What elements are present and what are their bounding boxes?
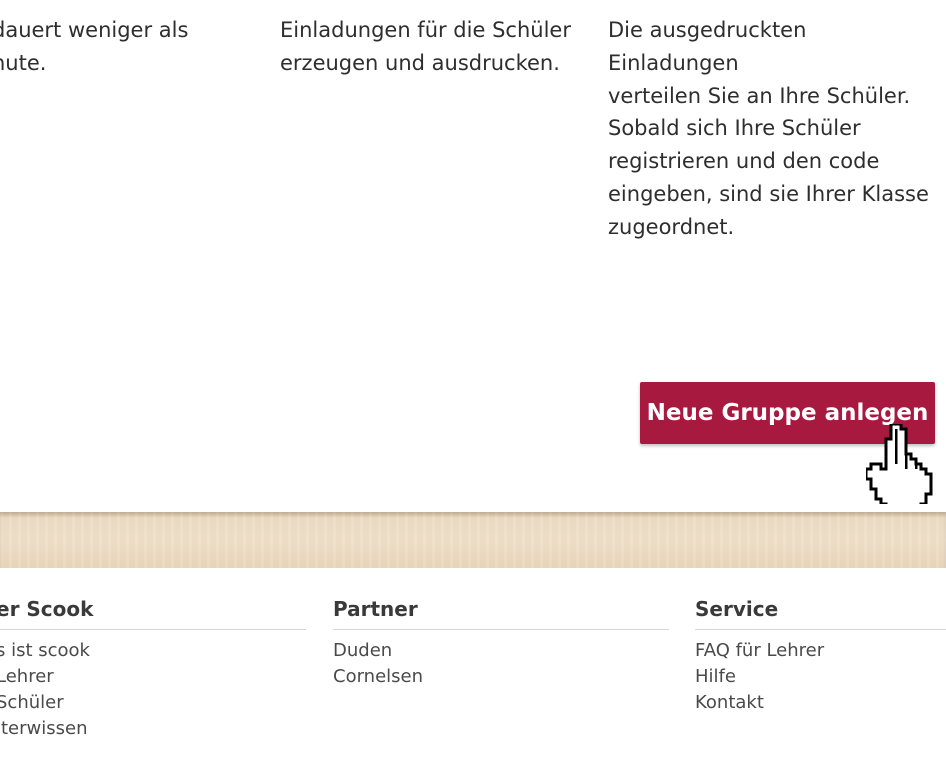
footer-heading-partner: Partner xyxy=(333,597,418,621)
footer-heading-service: Service xyxy=(695,597,779,621)
footer-divider xyxy=(0,629,306,630)
hand-pointer-icon xyxy=(866,424,933,504)
footer-link-students[interactable]: Schüler xyxy=(0,690,306,716)
footer-column-about: er Scook s ist scook Lehrer Schüler iter… xyxy=(0,594,306,742)
footer-divider xyxy=(695,629,946,630)
footer-link-help[interactable]: Hilfe xyxy=(695,664,946,690)
page: dauert weniger als nute. Einladungen für… xyxy=(0,0,946,782)
footer-link-more-knowledge[interactable]: iterwissen xyxy=(0,716,306,742)
footer-divider xyxy=(333,629,669,630)
step-3-text: Die ausgedruckten Einladungen verteilen … xyxy=(608,18,911,108)
footer-heading-about: er Scook xyxy=(0,597,94,621)
step-2-text: Einladungen für die Schüler erzeugen und… xyxy=(280,18,571,75)
footer-link-faq-teachers[interactable]: FAQ für Lehrer xyxy=(695,638,946,664)
step-3-detail-text: Sobald sich Ihre Schüler registrieren un… xyxy=(608,116,929,239)
footer-link-what-is-scook[interactable]: s ist scook xyxy=(0,638,306,664)
footer-link-contact[interactable]: Kontakt xyxy=(695,690,946,716)
footer-link-teachers[interactable]: Lehrer xyxy=(0,664,306,690)
wood-divider-band xyxy=(0,512,946,568)
step-1-text: dauert weniger als nute. xyxy=(0,18,189,75)
footer-column-service: Service FAQ für Lehrer Hilfe Kontakt xyxy=(695,594,946,716)
footer-link-cornelsen[interactable]: Cornelsen xyxy=(333,664,669,690)
footer-column-partner: Partner Duden Cornelsen xyxy=(333,594,669,690)
footer-link-duden[interactable]: Duden xyxy=(333,638,669,664)
